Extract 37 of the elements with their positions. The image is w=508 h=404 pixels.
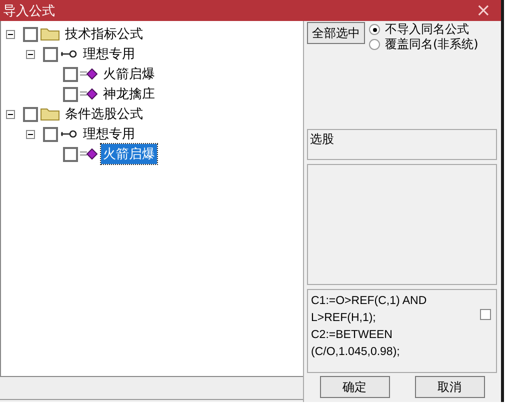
checkbox[interactable] bbox=[43, 126, 58, 142]
tree-item[interactable]: 火箭启爆 bbox=[101, 144, 157, 164]
checkbox[interactable] bbox=[63, 66, 78, 82]
folder-icon bbox=[40, 107, 60, 121]
option-label: 不导入同名公式 bbox=[385, 21, 469, 38]
tree-item[interactable]: 火箭启爆 bbox=[101, 64, 157, 84]
tree-item[interactable]: 理想专用 bbox=[81, 124, 137, 144]
formula-icon bbox=[80, 148, 98, 160]
option-label: 覆盖同名(非系统) bbox=[385, 36, 478, 53]
radio-button[interactable] bbox=[369, 24, 380, 35]
collapse-toggle[interactable] bbox=[26, 50, 35, 58]
checkbox[interactable] bbox=[43, 46, 58, 62]
window-title: 导入公式 bbox=[3, 2, 55, 20]
collapse-toggle[interactable] bbox=[6, 110, 15, 118]
select-all-button[interactable]: 全部选中 bbox=[307, 22, 365, 44]
key-icon bbox=[60, 49, 78, 59]
radio-button[interactable] bbox=[369, 39, 380, 50]
dialog-button[interactable]: 确定 bbox=[320, 376, 390, 398]
close-button[interactable]: × bbox=[470, 2, 497, 20]
tree-item[interactable]: 神龙擒庄 bbox=[101, 84, 157, 104]
category-field[interactable]: 选股 bbox=[307, 129, 497, 160]
formula-icon bbox=[80, 88, 98, 100]
checkbox[interactable] bbox=[480, 309, 491, 320]
checkbox[interactable] bbox=[23, 26, 38, 42]
formula-icon bbox=[80, 68, 98, 80]
tree-item[interactable]: 理想专用 bbox=[81, 44, 137, 64]
dialog-button[interactable]: 取消 bbox=[414, 376, 484, 398]
tree-item[interactable]: 条件选股公式 bbox=[63, 104, 145, 124]
checkbox[interactable] bbox=[23, 106, 38, 122]
checkbox[interactable] bbox=[63, 86, 78, 102]
checkbox[interactable] bbox=[63, 146, 78, 162]
collapse-toggle[interactable] bbox=[6, 30, 15, 38]
tree-item[interactable]: 技术指标公式 bbox=[63, 24, 145, 44]
collapse-toggle[interactable] bbox=[26, 130, 35, 138]
folder-icon bbox=[40, 27, 60, 41]
formula-text: C1:=O>REF(C,1) AND L>REF(H,1); C2:=BETWEEN (C/O,1.045,0.98); bbox=[311, 294, 428, 360]
key-icon bbox=[60, 129, 78, 139]
